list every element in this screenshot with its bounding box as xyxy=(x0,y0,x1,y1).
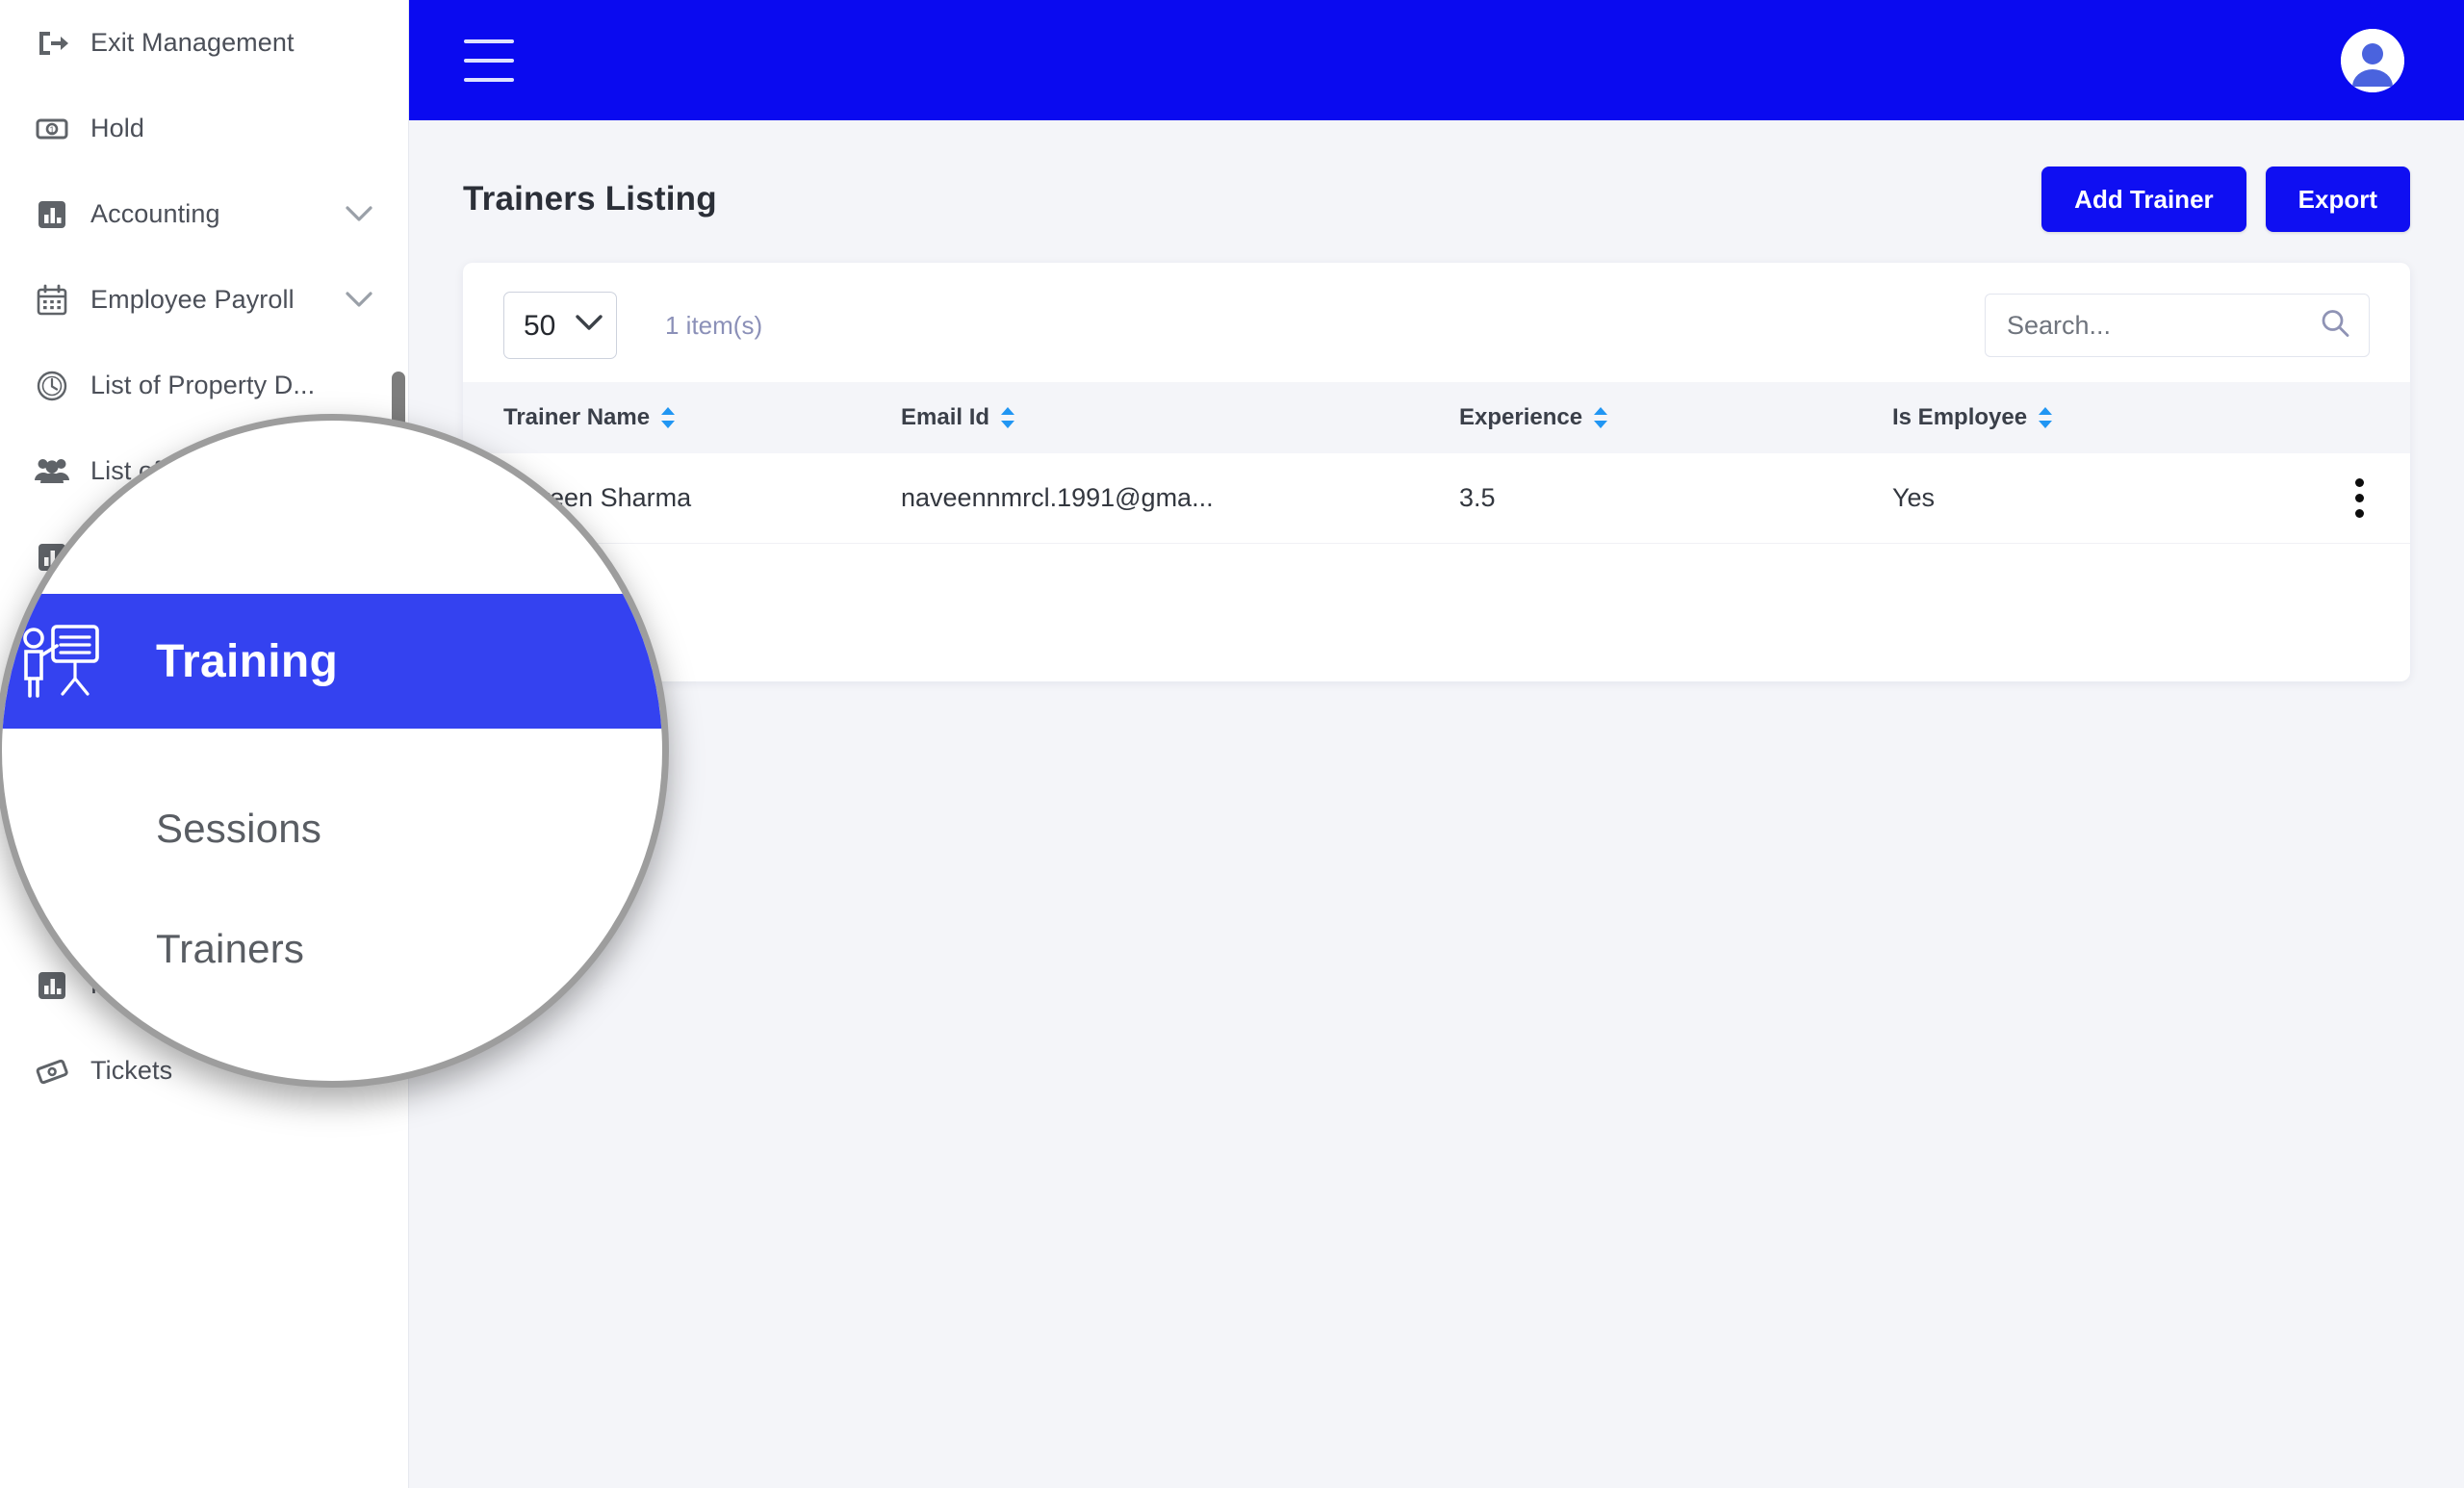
exit-icon xyxy=(33,24,71,63)
sidebar-item-hold[interactable]: 1 Hold xyxy=(0,86,408,171)
sidebar-item-label: List of Property D... xyxy=(90,371,375,400)
trainers-table: Trainer NameEmail IdExperienceIs Employe… xyxy=(463,382,2410,544)
page-size-select[interactable]: 50 xyxy=(503,292,617,359)
sidebar-item-exit-management[interactable]: Exit Management xyxy=(0,0,408,86)
magnified-submenu-trainers[interactable]: Trainers xyxy=(156,926,304,972)
table-row[interactable]: Naveen Sharmanaveennmrcl.1991@gma...3.5Y… xyxy=(463,453,2410,544)
chevron-down-icon[interactable] xyxy=(343,198,375,231)
hamburger-icon[interactable] xyxy=(464,39,514,82)
page-header: Trainers Listing Add Trainer Export xyxy=(409,120,2464,238)
column-header-label: Experience xyxy=(1459,404,1582,431)
magnified-submenu-sessions[interactable]: Sessions xyxy=(156,806,321,852)
add-trainer-button[interactable]: Add Trainer xyxy=(2041,167,2246,232)
column-header-label: Email Id xyxy=(901,404,989,431)
sidebar-item-accounting[interactable]: Accounting xyxy=(0,171,408,257)
cell-experience: 3.5 xyxy=(1459,453,1892,544)
column-header-is-employee[interactable]: Is Employee xyxy=(1892,382,2325,453)
sidebar-item-label: Accounting xyxy=(90,199,335,229)
sidebar-item-label: Employee Payroll xyxy=(90,285,335,315)
page-header-actions: Add Trainer Export xyxy=(2041,167,2410,232)
export-button[interactable]: Export xyxy=(2266,167,2410,232)
kebab-menu-icon[interactable] xyxy=(2355,478,2364,518)
sidebar-item-label: Exit Management xyxy=(90,28,375,58)
calendar-icon xyxy=(33,281,71,320)
hamburger-bar xyxy=(464,78,514,82)
column-header-label: Is Employee xyxy=(1892,404,2027,431)
search-input[interactable] xyxy=(1985,294,2370,357)
page-title: Trainers Listing xyxy=(463,180,717,218)
item-count-label: 1 item(s) xyxy=(665,311,762,341)
hamburger-bar xyxy=(464,39,514,43)
page-size-select-wrapper: 50 xyxy=(503,292,617,359)
sort-toggle-icon[interactable] xyxy=(2037,406,2054,429)
cell-row-actions xyxy=(2325,453,2410,544)
hamburger-bar xyxy=(464,59,514,63)
trainers-table-card: 50 1 item(s) Traine xyxy=(463,263,2410,681)
column-header-actions xyxy=(2325,382,2410,453)
magnifier-callout: Training Sessions Trainers xyxy=(0,414,669,1088)
bar-chart-icon xyxy=(33,195,71,234)
cell-is-employee: Yes xyxy=(1892,453,2325,544)
user-avatar-icon[interactable] xyxy=(2341,29,2404,92)
main-content: Trainers Listing Add Trainer Export 50 1… xyxy=(409,120,2464,1488)
top-bar xyxy=(409,0,2464,120)
column-header-email-id[interactable]: Email Id xyxy=(901,382,1459,453)
search-field-wrapper xyxy=(1985,294,2370,357)
money-note-icon: 1 xyxy=(33,110,71,148)
sidebar-item-label: Hold xyxy=(90,114,375,143)
cell-email-id: naveennmrcl.1991@gma... xyxy=(901,453,1459,544)
table-controls: 50 1 item(s) xyxy=(463,263,2410,382)
svg-text:1: 1 xyxy=(49,125,54,135)
sort-toggle-icon[interactable] xyxy=(1592,406,1609,429)
table-head: Trainer NameEmail IdExperienceIs Employe… xyxy=(463,382,2410,453)
clock-icon xyxy=(33,367,71,405)
table-header-row: Trainer NameEmail IdExperienceIs Employe… xyxy=(463,382,2410,453)
chevron-down-icon[interactable] xyxy=(343,284,375,317)
sidebar-item-employee-payroll[interactable]: Employee Payroll xyxy=(0,257,408,343)
sort-toggle-icon[interactable] xyxy=(999,406,1016,429)
magnified-sidebar-item-training[interactable]: Training xyxy=(2,594,662,729)
magnifier-content: Training Sessions Trainers xyxy=(2,421,662,1081)
magnified-training-label: Training xyxy=(156,635,338,688)
training-presenter-icon xyxy=(10,617,112,706)
table-body: Naveen Sharmanaveennmrcl.1991@gma...3.5Y… xyxy=(463,453,2410,544)
column-header-experience[interactable]: Experience xyxy=(1459,382,1892,453)
